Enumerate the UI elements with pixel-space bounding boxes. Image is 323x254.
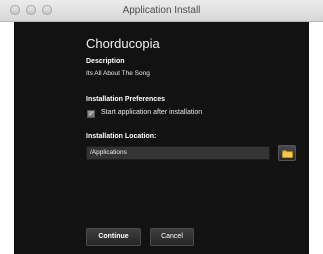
description-value: Its All About The Song bbox=[86, 70, 150, 77]
window-right-margin bbox=[309, 22, 323, 254]
title-bar[interactable]: Application Install bbox=[0, 0, 323, 22]
installation-path-field[interactable]: /Applications bbox=[86, 146, 270, 160]
installation-preferences-label: Installation Preferences bbox=[86, 96, 165, 103]
continue-button[interactable]: Continue bbox=[86, 228, 141, 246]
browse-folder-button[interactable] bbox=[278, 145, 296, 161]
app-name-heading: Chorducopia bbox=[86, 36, 160, 51]
folder-icon bbox=[282, 150, 293, 158]
start-after-install-checkbox[interactable]: ✓ bbox=[87, 110, 95, 118]
window-left-margin bbox=[0, 22, 14, 254]
application-install-window: Application Install Chorducopia Descript… bbox=[0, 0, 323, 254]
installer-content-panel bbox=[14, 22, 309, 254]
cancel-button[interactable]: Cancel bbox=[150, 228, 194, 246]
installation-location-label: Installation Location: bbox=[86, 133, 157, 140]
window-title: Application Install bbox=[122, 5, 201, 16]
start-after-install-label[interactable]: Start application after installation bbox=[101, 109, 202, 116]
description-label: Description bbox=[86, 58, 125, 65]
